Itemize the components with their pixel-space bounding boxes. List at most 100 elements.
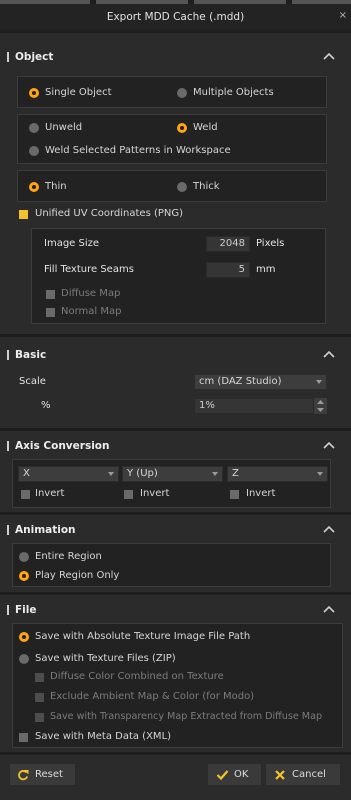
ok-label: OK bbox=[234, 769, 249, 780]
ok-button[interactable]: OK bbox=[207, 763, 262, 786]
label-single-object: Single Object bbox=[45, 87, 112, 98]
radio-thick[interactable] bbox=[177, 182, 187, 192]
chevron-down-icon bbox=[108, 472, 114, 476]
label-transparency: Save with Transparency Map Extracted fro… bbox=[50, 711, 323, 722]
divider bbox=[0, 428, 351, 431]
radio-multiple-objects[interactable] bbox=[177, 88, 187, 98]
divider bbox=[0, 512, 351, 515]
radio-absolute-path[interactable] bbox=[19, 632, 29, 642]
weld-group: Unweld Weld Weld Selected Patterns in Wo… bbox=[17, 114, 327, 164]
section-marker bbox=[7, 525, 9, 535]
label-weld: Weld bbox=[193, 122, 218, 133]
divider bbox=[0, 752, 351, 755]
divider bbox=[0, 30, 351, 33]
reset-button[interactable]: Reset bbox=[9, 763, 76, 786]
section-header-file[interactable]: File bbox=[0, 601, 351, 619]
checkbox-unified-uv[interactable] bbox=[19, 210, 28, 219]
section-title-axis: Axis Conversion bbox=[15, 440, 110, 452]
chevron-down-icon bbox=[316, 380, 322, 384]
radio-thin[interactable] bbox=[29, 182, 39, 192]
checkbox-invert-x[interactable] bbox=[21, 490, 30, 499]
fill-seams-field[interactable]: 5 bbox=[206, 262, 250, 278]
chevron-up-icon[interactable] bbox=[323, 52, 335, 60]
close-icon bbox=[275, 770, 285, 780]
label-absolute-path: Save with Absolute Texture Image File Pa… bbox=[35, 631, 251, 642]
label-image-size: Image Size bbox=[44, 238, 100, 249]
axis-y-select[interactable]: Y (Up) bbox=[122, 466, 223, 482]
radio-weld[interactable] bbox=[177, 123, 187, 133]
section-marker bbox=[7, 605, 9, 615]
chevron-down-icon bbox=[212, 472, 218, 476]
section-header-object[interactable]: Object bbox=[0, 48, 351, 66]
label-exclude-ambient: Exclude Ambient Map & Color (for Modo) bbox=[50, 691, 255, 702]
checkbox-transparency[interactable] bbox=[35, 713, 44, 722]
checkbox-exclude-ambient[interactable] bbox=[35, 693, 44, 702]
radio-play-region[interactable] bbox=[19, 571, 29, 581]
label-unified-uv: Unified UV Coordinates (PNG) bbox=[35, 208, 184, 219]
percent-spinner[interactable] bbox=[314, 398, 327, 414]
label-texture-zip: Save with Texture Files (ZIP) bbox=[35, 653, 176, 664]
chevron-down-icon bbox=[317, 472, 323, 476]
label-scale: Scale bbox=[19, 376, 46, 387]
axis-z-value: Z bbox=[232, 468, 239, 479]
cancel-button[interactable]: Cancel bbox=[265, 763, 341, 786]
chevron-up-icon[interactable] bbox=[323, 350, 335, 358]
radio-single-object[interactable] bbox=[29, 88, 39, 98]
animation-panel: Entire Region Play Region Only bbox=[12, 543, 331, 587]
label-normal-map: Normal Map bbox=[61, 306, 122, 317]
label-entire-region: Entire Region bbox=[35, 551, 102, 562]
percent-field[interactable]: 1% bbox=[194, 398, 314, 414]
chevron-up-icon[interactable] bbox=[323, 605, 335, 613]
label-thin: Thin bbox=[45, 181, 67, 192]
chevron-up-icon[interactable] bbox=[323, 441, 335, 449]
label-play-region: Play Region Only bbox=[35, 570, 120, 581]
section-marker bbox=[7, 350, 9, 360]
label-fill-seams: Fill Texture Seams bbox=[44, 264, 134, 275]
image-size-field[interactable]: 2048 bbox=[206, 236, 250, 252]
label-invert-y: Invert bbox=[140, 488, 170, 499]
reset-label: Reset bbox=[35, 769, 63, 780]
cancel-label: Cancel bbox=[292, 769, 326, 780]
section-title-animation: Animation bbox=[15, 524, 76, 536]
label-multiple-objects: Multiple Objects bbox=[193, 87, 274, 98]
chevron-up-icon[interactable] bbox=[323, 525, 335, 533]
radio-texture-zip[interactable] bbox=[19, 654, 29, 664]
checkbox-meta-data[interactable] bbox=[19, 733, 28, 742]
checkbox-invert-y[interactable] bbox=[124, 490, 133, 499]
label-diffuse-map: Diffuse Map bbox=[61, 288, 121, 299]
checkbox-diffuse-combined[interactable] bbox=[35, 673, 44, 682]
axis-x-value: X bbox=[23, 468, 30, 479]
label-thick: Thick bbox=[193, 181, 220, 192]
divider bbox=[0, 334, 351, 337]
window-title: Export MDD Cache (.mdd) bbox=[106, 11, 245, 23]
label-invert-x: Invert bbox=[35, 488, 65, 499]
spinner-arrows-icon bbox=[317, 400, 324, 412]
label-unweld: Unweld bbox=[45, 122, 83, 133]
scale-select[interactable]: cm (DAZ Studio) bbox=[194, 374, 327, 390]
section-title-basic: Basic bbox=[15, 349, 47, 361]
radio-unweld[interactable] bbox=[29, 123, 39, 133]
close-icon[interactable]: × bbox=[339, 10, 347, 22]
unit-pixels: Pixels bbox=[256, 238, 285, 249]
label-invert-z: Invert bbox=[246, 488, 276, 499]
checkbox-invert-z[interactable] bbox=[230, 490, 239, 499]
axis-x-select[interactable]: X bbox=[18, 466, 119, 482]
section-header-axis[interactable]: Axis Conversion bbox=[0, 437, 351, 455]
label-meta-data: Save with Meta Data (XML) bbox=[35, 731, 172, 742]
axis-y-value: Y (Up) bbox=[127, 468, 158, 479]
label-percent: % bbox=[41, 400, 51, 411]
section-header-basic[interactable]: Basic bbox=[0, 346, 351, 364]
radio-weld-patterns[interactable] bbox=[29, 146, 39, 156]
checkbox-diffuse-map[interactable] bbox=[46, 290, 55, 299]
section-header-animation[interactable]: Animation bbox=[0, 521, 351, 539]
label-diffuse-combined: Diffuse Color Combined on Texture bbox=[50, 671, 224, 682]
axis-z-select[interactable]: Z bbox=[227, 466, 328, 482]
uv-options-panel: Image Size 2048 Pixels Fill Texture Seam… bbox=[31, 228, 326, 324]
divider bbox=[0, 592, 351, 595]
scale-select-value: cm (DAZ Studio) bbox=[199, 376, 282, 387]
checkbox-normal-map[interactable] bbox=[46, 308, 55, 317]
radio-entire-region[interactable] bbox=[19, 552, 29, 562]
thickness-group: Thin Thick bbox=[17, 170, 327, 202]
section-marker bbox=[7, 52, 9, 62]
section-title-object: Object bbox=[15, 51, 54, 63]
